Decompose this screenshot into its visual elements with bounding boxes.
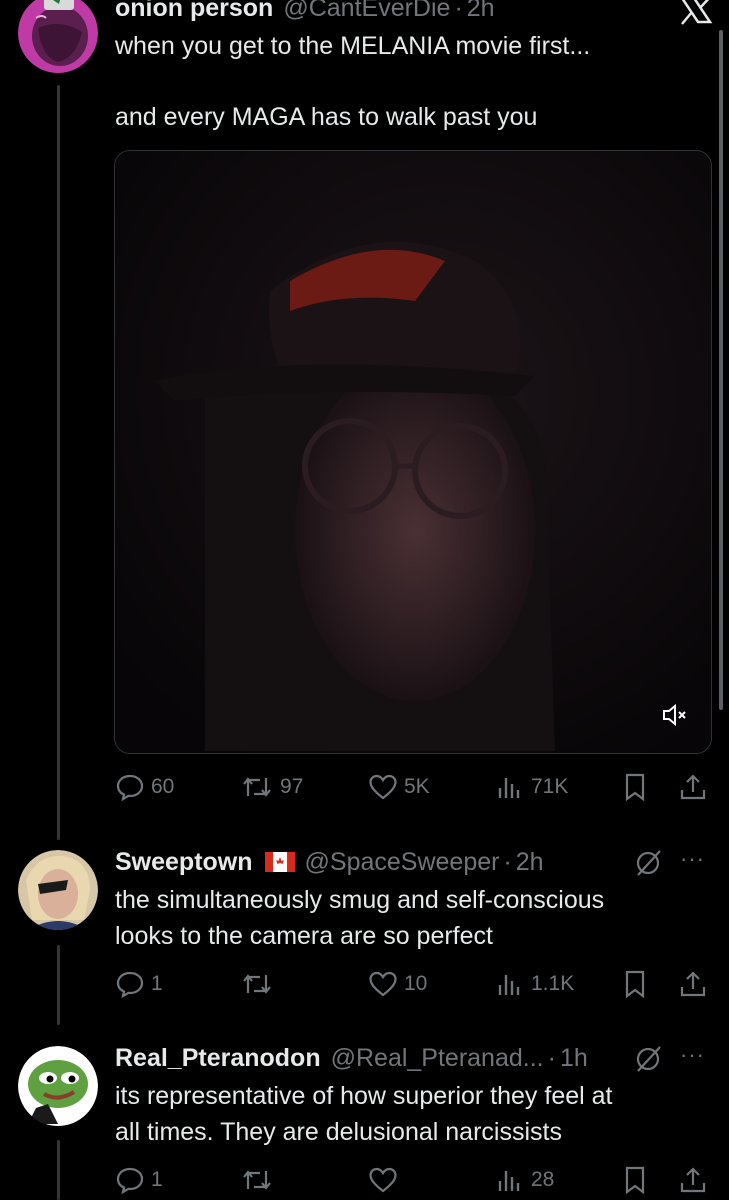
tweet-actions: 60 97 5K 71K — [115, 767, 715, 807]
share-icon — [680, 971, 706, 997]
reply-count: 60 — [151, 775, 175, 798]
separator-dot: · — [503, 848, 512, 876]
views-count: 71K — [531, 775, 569, 798]
heart-icon — [369, 774, 397, 800]
author-handle[interactable]: @CantEverDie — [283, 0, 450, 23]
reply-button[interactable]: 60 — [115, 767, 174, 807]
repost-button[interactable] — [240, 1160, 280, 1200]
views-button[interactable]: 1.1K — [495, 964, 574, 1004]
video-frame — [115, 151, 711, 753]
views-count: 1.1K — [531, 972, 575, 995]
separator-dot: · — [454, 0, 463, 22]
tweet-text-line-1: when you get to the MELANIA movie first.… — [115, 32, 591, 60]
heart-icon — [369, 1167, 397, 1193]
like-button[interactable]: 10 — [368, 964, 427, 1004]
reply-count: 1 — [151, 1168, 163, 1191]
reply-text-line-2: looks to the camera are so perfect — [115, 922, 493, 950]
repost-icon — [243, 777, 271, 797]
tweet-text-line-2: and every MAGA has to walk past you — [115, 103, 538, 131]
author-name[interactable]: onion person — [115, 0, 273, 23]
reply-actions: 1 28 — [115, 1160, 715, 1200]
reply-button[interactable]: 1 — [115, 1160, 163, 1200]
more-options-icon[interactable]: ··· — [680, 846, 705, 872]
like-count: 5K — [404, 775, 430, 798]
repost-icon — [243, 1170, 271, 1190]
views-icon — [498, 778, 520, 798]
author-name[interactable]: Sweeptown — [115, 848, 253, 877]
timestamp[interactable]: 2h — [516, 848, 544, 877]
more-options-icon[interactable]: ··· — [680, 1042, 705, 1068]
x-close-icon — [681, 0, 713, 25]
share-icon — [680, 774, 706, 800]
mute-icon — [663, 703, 686, 727]
author-handle[interactable]: @Real_Pteranad... — [331, 1044, 544, 1073]
author-handle[interactable]: @SpaceSweeper — [305, 848, 500, 877]
like-button[interactable] — [368, 1160, 404, 1200]
repost-button[interactable]: 97 — [240, 767, 303, 807]
share-button[interactable] — [678, 767, 708, 807]
avatar[interactable] — [18, 850, 98, 930]
views-count: 28 — [531, 1168, 555, 1191]
thread-line-reply-2 — [57, 1140, 60, 1200]
share-button[interactable] — [678, 964, 708, 1004]
reply-button[interactable]: 1 — [115, 964, 163, 1004]
share-icon — [680, 1167, 706, 1193]
bookmark-button[interactable] — [620, 964, 650, 1004]
bookmark-icon — [625, 1166, 645, 1195]
views-icon — [498, 975, 520, 995]
reply-text-line-2: all times. They are delusional narcissis… — [115, 1118, 562, 1146]
heart-icon — [369, 971, 397, 997]
thread-line-reply-1 — [57, 945, 60, 1025]
reply-header: Real_Pteranodon @Real_Pteranad... · 1h — [115, 1044, 588, 1073]
reply-icon — [116, 1167, 144, 1195]
flag-icon — [264, 850, 295, 872]
reply-count: 1 — [151, 972, 163, 995]
reply-header: Sweeptown @SpaceSweeper · 2h — [115, 848, 544, 877]
bookmark-button[interactable] — [620, 767, 650, 807]
thread-line-main — [57, 85, 60, 840]
tweet-header: onion person @CantEverDie · 2h — [115, 0, 495, 23]
mute-button[interactable] — [661, 703, 689, 727]
close-button[interactable] — [678, 0, 714, 26]
like-count: 10 — [404, 972, 428, 995]
timestamp[interactable]: 2h — [467, 0, 495, 23]
separator-dot: · — [547, 1044, 556, 1072]
share-button[interactable] — [678, 1160, 708, 1200]
reply-text-line-1: its representative of how superior they … — [115, 1082, 613, 1110]
bookmark-button[interactable] — [620, 1160, 650, 1200]
like-button[interactable]: 5K — [368, 767, 430, 807]
views-button[interactable]: 71K — [495, 767, 568, 807]
grok-icon[interactable] — [633, 848, 663, 883]
scrollbar[interactable] — [719, 30, 723, 710]
views-icon — [498, 1171, 520, 1191]
avatar[interactable] — [18, 1046, 98, 1126]
grok-icon[interactable] — [633, 1044, 663, 1079]
repost-icon — [243, 974, 271, 994]
avatar[interactable] — [18, 0, 98, 78]
views-button[interactable]: 28 — [495, 1160, 554, 1200]
bookmark-icon — [625, 773, 645, 802]
author-name[interactable]: Real_Pteranodon — [115, 1044, 321, 1073]
reply-actions: 1 10 1.1K — [115, 964, 715, 1004]
timestamp[interactable]: 1h — [560, 1044, 588, 1073]
reply-icon — [116, 971, 144, 999]
repost-count: 97 — [280, 775, 304, 798]
tweet-video[interactable] — [114, 150, 712, 754]
bookmark-icon — [625, 970, 645, 999]
reply-icon — [116, 774, 144, 802]
repost-button[interactable] — [240, 964, 280, 1004]
reply-text-line-1: the simultaneously smug and self-conscio… — [115, 886, 605, 914]
